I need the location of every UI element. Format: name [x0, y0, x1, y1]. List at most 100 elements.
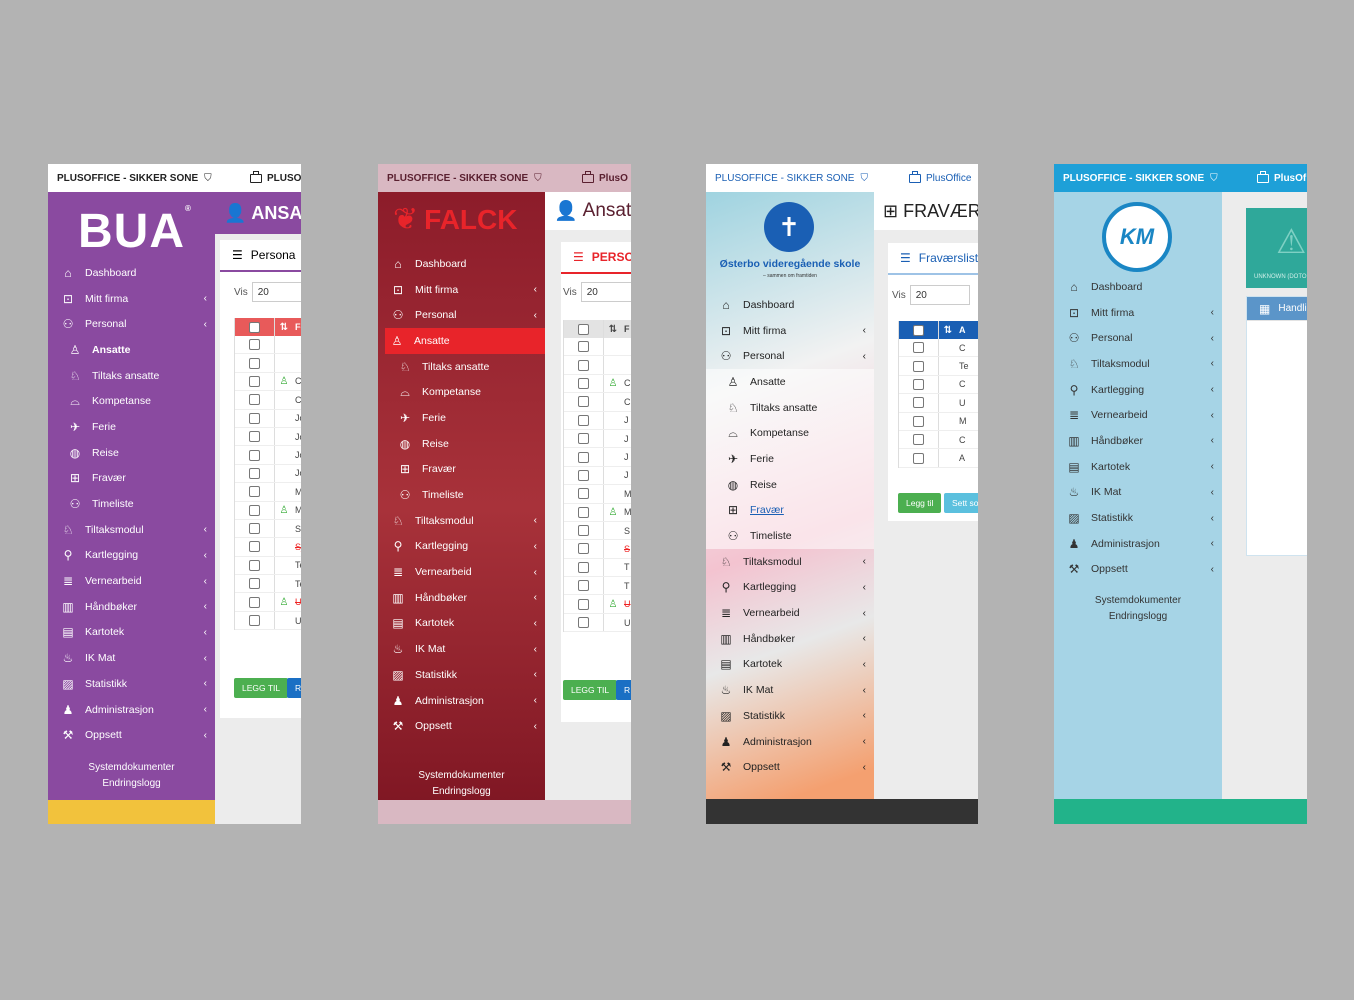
table-row[interactable]: Sj [235, 538, 301, 557]
sort-icon[interactable]: ⇅ [939, 325, 957, 336]
row-checkbox[interactable] [913, 452, 924, 464]
sidebar-item-mitt-firma[interactable]: ⊡ Mitt firma ‹ [1054, 300, 1222, 326]
sidebar-item-statistikk[interactable]: ▨ Statistikk ‹ [48, 671, 215, 697]
table-row[interactable]: Mi [235, 483, 301, 502]
row-checkbox[interactable] [578, 506, 589, 518]
table-row[interactable]: J [564, 448, 631, 467]
company-switcher[interactable]: PlusO [582, 170, 628, 184]
sidebar-item-tiltaksmodul[interactable]: ♘ Tiltaksmodul ‹ [378, 508, 545, 534]
table-row[interactable]: ♙ Cl [235, 372, 301, 392]
sidebar-item-timeliste[interactable]: ⚇ Timeliste [706, 523, 874, 549]
table-row[interactable] [235, 336, 301, 355]
table-row[interactable]: Cl [235, 391, 301, 410]
table-row[interactable]: ♙ C [564, 374, 631, 394]
sidebar-item-dashboard[interactable]: ⌂ Dashboard [48, 260, 215, 286]
sidebar-item-kartotek[interactable]: ▤ Kartotek ‹ [378, 611, 545, 637]
sidebar-item-ansatte[interactable]: ♙ Ansatte [385, 328, 545, 354]
sidebar-item-handboker[interactable]: ▥ Håndbøker ‹ [48, 594, 215, 620]
row-checkbox[interactable] [249, 449, 260, 461]
sidebar-item-personal[interactable]: ⚇ Personal ‹ [706, 343, 874, 369]
table-row[interactable]: S [564, 521, 631, 541]
sidebar-item-administrasjon[interactable]: ♟ Administrasjon ‹ [1054, 531, 1222, 557]
sidebar-item-vernearbeid[interactable]: ≣ Vernearbeid ‹ [706, 600, 874, 626]
sidebar-item-ferie[interactable]: ✈ Ferie [48, 414, 215, 440]
set-as-button[interactable]: Sett som [944, 493, 978, 513]
sidebar-item-dashboard[interactable]: ⌂ Dashboard [706, 292, 874, 318]
company-switcher[interactable]: PlusOf [1257, 170, 1306, 184]
sidebar-item-kartlegging[interactable]: ⚲ Kartlegging ‹ [706, 575, 874, 601]
link-systemdokumenter[interactable]: Systemdokumenter [378, 768, 545, 784]
company-switcher[interactable]: PlusOffice [909, 170, 971, 184]
sidebar-item-reise[interactable]: ◍ Reise [378, 431, 545, 457]
sidebar-item-handboker[interactable]: ▥ Håndbøker ‹ [1054, 428, 1222, 454]
table-row[interactable]: Jo [235, 409, 301, 428]
row-checkbox[interactable] [578, 341, 589, 353]
row-checkbox[interactable] [249, 578, 260, 590]
sidebar-item-handboker[interactable]: ▥ Håndbøker ‹ [706, 626, 874, 652]
row-checkbox[interactable] [249, 615, 260, 627]
sidebar-item-vernearbeid[interactable]: ≣ Vernearbeid ‹ [378, 559, 545, 585]
select-all-checkbox[interactable] [913, 324, 924, 336]
table-row[interactable]: C [899, 339, 978, 358]
page-size-select[interactable]: 20 [251, 282, 301, 302]
row-checkbox[interactable] [249, 467, 260, 479]
company-switcher[interactable]: PLUSO [250, 170, 301, 184]
sidebar-item-timeliste[interactable]: ⚇ Timeliste [48, 491, 215, 517]
page-size-select[interactable]: 20 [909, 285, 970, 305]
sidebar-item-kartlegging[interactable]: ⚲ Kartlegging ‹ [378, 534, 545, 560]
table-row[interactable]: J [564, 466, 631, 486]
row-checkbox[interactable] [578, 543, 589, 555]
table-row[interactable]: M [564, 485, 631, 504]
table-row[interactable]: Te [235, 556, 301, 576]
select-all-checkbox[interactable] [578, 323, 589, 335]
sidebar-item-personal[interactable]: ⚇ Personal ‹ [48, 311, 215, 337]
sidebar-item-fravaer[interactable]: ⊞ Fravær [706, 497, 874, 524]
sidebar-item-ferie[interactable]: ✈ Ferie [706, 446, 874, 472]
row-checkbox[interactable] [249, 559, 260, 571]
table-row[interactable]: J [564, 429, 631, 449]
sidebar-item-tiltaks-ansatte[interactable]: ♘ Tiltaks ansatte [48, 363, 215, 389]
row-checkbox[interactable] [249, 412, 260, 424]
add-button[interactable]: LEGG TIL [563, 680, 618, 700]
sort-icon[interactable]: ⇅ [604, 324, 622, 335]
sidebar-item-statistikk[interactable]: ▨ Statistikk ‹ [706, 703, 874, 729]
row-checkbox[interactable] [578, 617, 589, 629]
sidebar-item-tiltaksmodul[interactable]: ♘ Tiltaksmodul ‹ [706, 549, 874, 575]
add-button[interactable]: LEGG TIL [234, 678, 289, 698]
sidebar-item-mitt-firma[interactable]: ⊡ Mitt firma ‹ [706, 318, 874, 344]
sidebar-item-kartotek[interactable]: ▤ Kartotek ‹ [48, 620, 215, 646]
row-checkbox[interactable] [578, 488, 589, 500]
row-checkbox[interactable] [913, 378, 924, 390]
sidebar-item-ferie[interactable]: ✈ Ferie [378, 405, 545, 431]
table-row[interactable]: Sp [235, 519, 301, 539]
sidebar-item-kartlegging[interactable]: ⚲ Kartlegging ‹ [1054, 377, 1222, 403]
sidebar-item-kompetanse[interactable]: ⌓ Kompetanse [378, 379, 545, 405]
sidebar-item-ik-mat[interactable]: ♨ IK Mat ‹ [378, 636, 545, 662]
sidebar-item-ik-mat[interactable]: ♨ IK Mat ‹ [1054, 480, 1222, 506]
table-row[interactable]: Jo [235, 446, 301, 465]
sidebar-item-dashboard[interactable]: ⌂ Dashboard [1054, 274, 1222, 300]
select-all-checkbox[interactable] [249, 321, 260, 333]
table-row[interactable]: A [899, 449, 978, 468]
sidebar-item-administrasjon[interactable]: ♟ Administrasjon ‹ [706, 729, 874, 755]
table-row[interactable]: J [564, 411, 631, 430]
row-checkbox[interactable] [913, 360, 924, 372]
sidebar-item-dashboard[interactable]: ⌂ Dashboard [378, 251, 545, 277]
row-checkbox[interactable] [913, 434, 924, 446]
table-row[interactable] [564, 338, 631, 357]
secondary-button[interactable]: R [616, 680, 631, 700]
table-row[interactable]: ♙ M [235, 501, 301, 520]
row-checkbox[interactable] [249, 486, 260, 498]
row-checkbox[interactable] [249, 394, 260, 406]
sidebar-item-statistikk[interactable]: ▨ Statistikk ‹ [378, 662, 545, 688]
table-row[interactable]: C [899, 375, 978, 395]
table-row[interactable]: M [899, 412, 978, 431]
sidebar-item-ansatte[interactable]: ♙ Ansatte [706, 369, 874, 395]
row-checkbox[interactable] [913, 397, 924, 409]
table-row[interactable]: Jo [235, 464, 301, 484]
table-row[interactable]: C [899, 430, 978, 450]
column-header[interactable]: A [957, 325, 978, 335]
row-checkbox[interactable] [578, 396, 589, 408]
row-checkbox[interactable] [578, 525, 589, 537]
row-checkbox[interactable] [249, 431, 260, 443]
